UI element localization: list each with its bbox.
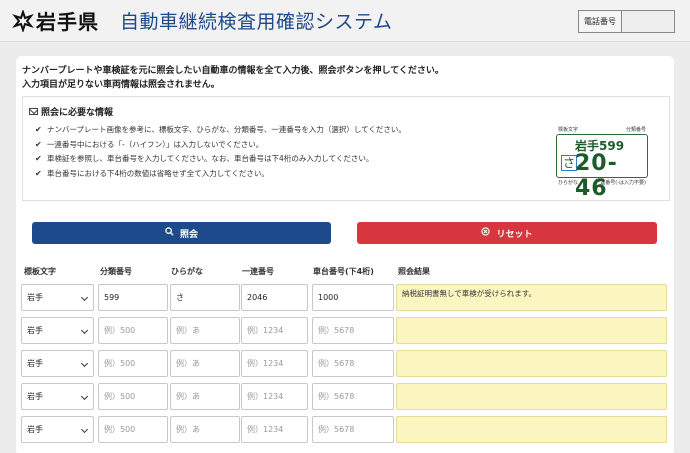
column-header-region: 標板文字 bbox=[24, 267, 56, 276]
main-card: ナンバープレートや車検証を元に照会したい自動車の情報を全て入力後、照会ボタンを押… bbox=[16, 56, 674, 453]
result-cell bbox=[396, 383, 667, 410]
intro-line-1: ナンバープレートや車検証を元に照会したい自動車の情報を全て入力後、照会ボタンを押… bbox=[22, 66, 444, 76]
list-item: ✔ 車台番号における下4桁の数値は省略せず全て入力してください。 bbox=[35, 167, 406, 182]
serial-number-input[interactable]: 例）1234 bbox=[241, 317, 308, 344]
chevron-down-icon bbox=[80, 326, 89, 335]
phone-number-value bbox=[622, 11, 674, 32]
list-item: ✔ 一連番号中における「-（ハイフン）」は入力しないでください。 bbox=[35, 138, 406, 153]
check-icon: ✔ bbox=[35, 125, 42, 134]
region-select-value: 岩手 bbox=[27, 425, 43, 434]
column-header-serial-number: 一連番号 bbox=[242, 267, 274, 276]
check-icon: ✔ bbox=[35, 168, 42, 178]
list-item: ✔ ナンバープレート画像を参考に、標板文字、ひらがな、分類番号、一連番号を入力（選… bbox=[35, 123, 406, 138]
hiragana-input[interactable]: 例）あ bbox=[170, 383, 240, 410]
search-button-label: 照会 bbox=[179, 229, 198, 240]
chassis-number-input[interactable]: 例）5678 bbox=[312, 416, 394, 443]
check-icon: ✔ bbox=[35, 154, 42, 163]
hiragana-input[interactable]: さ bbox=[170, 284, 240, 311]
plate-label-serial: 一連番号(-は入力不要) bbox=[595, 180, 646, 186]
column-header-class-number: 分類番号 bbox=[100, 267, 132, 276]
chassis-number-input[interactable]: 例）5678 bbox=[312, 317, 394, 344]
chassis-number-input[interactable]: 例）5678 bbox=[312, 350, 394, 377]
table-row: 岩手 例）500 例）あ 例）1234 例）5678 bbox=[16, 350, 674, 377]
column-header-chassis-number: 車台番号(下4桁) bbox=[313, 267, 374, 276]
plate-number: 20-46 bbox=[575, 151, 618, 201]
result-cell bbox=[396, 317, 667, 344]
phone-number-box: 電話番号 bbox=[578, 10, 675, 33]
required-info-title-text: 照会に必要な情報 bbox=[41, 108, 114, 118]
intro-text: ナンバープレートや車検証を元に照会したい自動車の情報を全て入力後、照会ボタンを押… bbox=[22, 64, 444, 92]
table-row: 岩手 例）500 例）あ 例）1234 例）5678 bbox=[16, 317, 674, 344]
region-select[interactable]: 岩手 bbox=[21, 416, 94, 443]
serial-number-input[interactable]: 例）1234 bbox=[241, 383, 308, 410]
class-number-input[interactable]: 例）500 bbox=[98, 383, 168, 410]
plate-label-class: 分類番号 bbox=[625, 127, 646, 133]
plate-label-region: 標板文字 bbox=[558, 127, 579, 133]
region-select-value: 岩手 bbox=[27, 293, 43, 302]
app-title: 自動車継続検査用確認システム bbox=[120, 11, 393, 33]
reset-circle-x-icon bbox=[481, 227, 491, 239]
mail-icon bbox=[29, 108, 38, 115]
chassis-number-input[interactable]: 例）5678 bbox=[312, 383, 394, 410]
region-select-value: 岩手 bbox=[27, 392, 43, 401]
chevron-down-icon bbox=[80, 425, 89, 434]
class-number-input[interactable]: 例）500 bbox=[98, 317, 168, 344]
region-select[interactable]: 岩手 bbox=[21, 350, 94, 377]
required-info-title: 照会に必要な情報 bbox=[29, 105, 113, 118]
header: 岩手県 自動車継続検査用確認システム 電話番号 bbox=[0, 0, 690, 42]
license-plate-example: 標板文字 分類番号 岩手599 さ 20-46 ひらがな 一連番号(-は入力不要… bbox=[552, 126, 652, 201]
reset-button-label: リセット bbox=[496, 229, 533, 240]
column-header-result: 照会結果 bbox=[398, 267, 430, 276]
region-select[interactable]: 岩手 bbox=[21, 317, 94, 344]
chevron-down-icon bbox=[80, 293, 89, 302]
phone-number-label: 電話番号 bbox=[579, 11, 622, 32]
result-cell bbox=[396, 350, 667, 377]
region-select[interactable]: 岩手 bbox=[21, 383, 94, 410]
required-info-list: ✔ ナンバープレート画像を参考に、標板文字、ひらがな、分類番号、一連番号を入力（選… bbox=[35, 123, 406, 181]
region-select-value: 岩手 bbox=[27, 326, 43, 335]
serial-number-input[interactable]: 2046 bbox=[241, 284, 308, 311]
region-select-value: 岩手 bbox=[27, 359, 43, 368]
chevron-down-icon bbox=[80, 359, 89, 368]
search-icon bbox=[165, 227, 174, 239]
result-cell bbox=[396, 416, 667, 443]
hiragana-input[interactable]: 例）あ bbox=[170, 317, 240, 344]
prefecture-emblem-icon bbox=[12, 8, 34, 33]
list-item: ✔ 車検証を参照し、車台番号を入力してください。なお、車台番号は下4桁のみ入力して… bbox=[35, 152, 406, 167]
table-row: 岩手 例）500 例）あ 例）1234 例）5678 bbox=[16, 383, 674, 410]
class-number-input[interactable]: 599 bbox=[98, 284, 168, 311]
hiragana-input[interactable]: 例）あ bbox=[170, 416, 240, 443]
check-icon: ✔ bbox=[35, 139, 42, 149]
table-row: 岩手 例）500 例）あ 例）1234 例）5678 bbox=[16, 416, 674, 443]
column-header-hiragana: ひらがな bbox=[171, 267, 203, 276]
search-button[interactable]: 照会 bbox=[32, 222, 331, 244]
logo-text: 岩手県 bbox=[36, 10, 99, 34]
chassis-number-input[interactable]: 1000 bbox=[312, 284, 394, 311]
region-select[interactable]: 岩手 bbox=[21, 284, 94, 311]
iwate-logo[interactable]: 岩手県 bbox=[12, 6, 99, 35]
class-number-input[interactable]: 例）500 bbox=[98, 416, 168, 443]
result-cell: 納税証明書無しで車検が受けられます。 bbox=[396, 284, 667, 311]
serial-number-input[interactable]: 例）1234 bbox=[241, 350, 308, 377]
table-row: 岩手 599 さ 2046 1000 納税証明書無しで車検が受けられます。 bbox=[16, 284, 674, 311]
serial-number-input[interactable]: 例）1234 bbox=[241, 416, 308, 443]
intro-line-2: 入力項目が足りない車両情報は照会されません。 bbox=[22, 80, 220, 90]
chevron-down-icon bbox=[80, 392, 89, 401]
hiragana-input[interactable]: 例）あ bbox=[170, 350, 240, 377]
class-number-input[interactable]: 例）500 bbox=[98, 350, 168, 377]
license-plate-image: 岩手599 さ 20-46 bbox=[556, 134, 648, 201]
plate-label-hiragana: ひらがな bbox=[558, 180, 579, 186]
reset-button[interactable]: リセット bbox=[357, 222, 657, 244]
